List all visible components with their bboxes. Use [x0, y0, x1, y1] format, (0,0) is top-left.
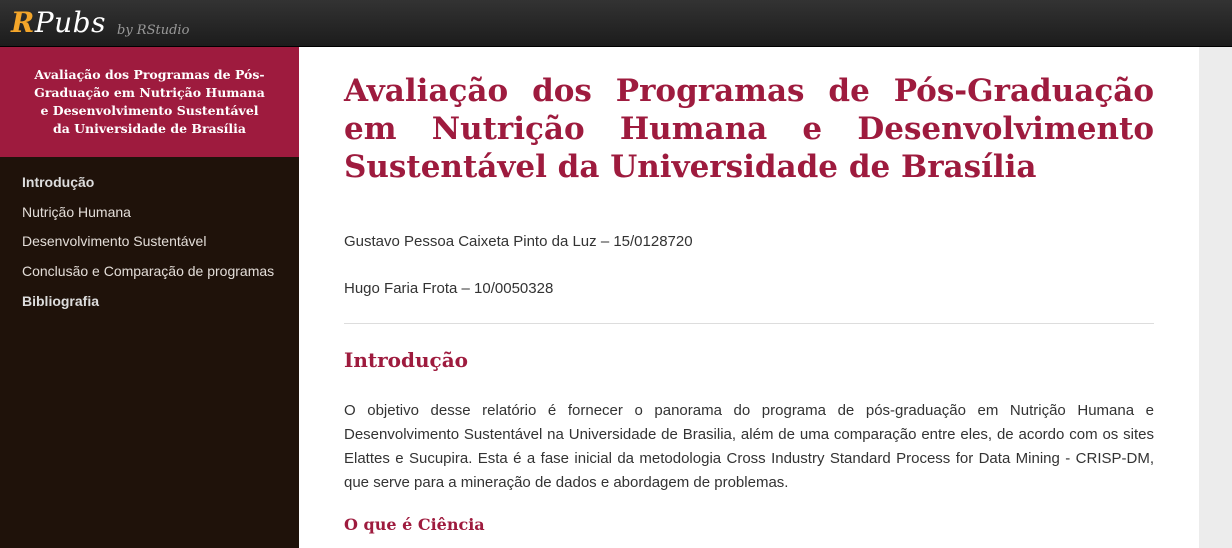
rpubs-logo[interactable]: RPubs — [11, 6, 106, 39]
page-title: Avaliação dos Programas de Pós-Graduação… — [344, 73, 1154, 185]
sidebar: Avaliação dos Programas de Pós-Graduação… — [0, 47, 299, 548]
toc-item-introducao[interactable]: Introdução — [0, 174, 299, 204]
author-line: Hugo Faria Frota – 10/0050328 — [344, 280, 554, 297]
divider — [344, 323, 1154, 324]
top-bar: RPubs by RStudio — [0, 0, 1232, 47]
intro-paragraph: O objetivo desse relatório é fornecer o … — [344, 402, 1154, 491]
logo-pubs: Pubs — [34, 6, 106, 39]
toc-item-desenvolvimento-sustentavel[interactable]: Desenvolvimento Sustentável — [0, 233, 299, 263]
toc-item-conclusao[interactable]: Conclusão e Comparação de programas — [0, 263, 299, 293]
subsection-heading-ciencia: O que é Ciência — [344, 515, 485, 534]
author-line: Gustavo Pessoa Caixeta Pinto da Luz – 15… — [344, 233, 693, 250]
main-content: Avaliação dos Programas de Pós-Graduação… — [299, 47, 1199, 548]
toc-item-nutricao-humana[interactable]: Nutrição Humana — [0, 204, 299, 234]
toc-item-bibliografia[interactable]: Bibliografia — [0, 293, 299, 323]
section-heading-introducao: Introdução — [344, 348, 469, 372]
byline: by RStudio — [117, 23, 190, 38]
sidebar-header[interactable]: Avaliação dos Programas de Pós-Graduação… — [0, 47, 299, 157]
table-of-contents: Introdução Nutrição Humana Desenvolvimen… — [0, 157, 299, 322]
logo-r: R — [11, 6, 35, 39]
right-gutter — [1199, 47, 1232, 548]
